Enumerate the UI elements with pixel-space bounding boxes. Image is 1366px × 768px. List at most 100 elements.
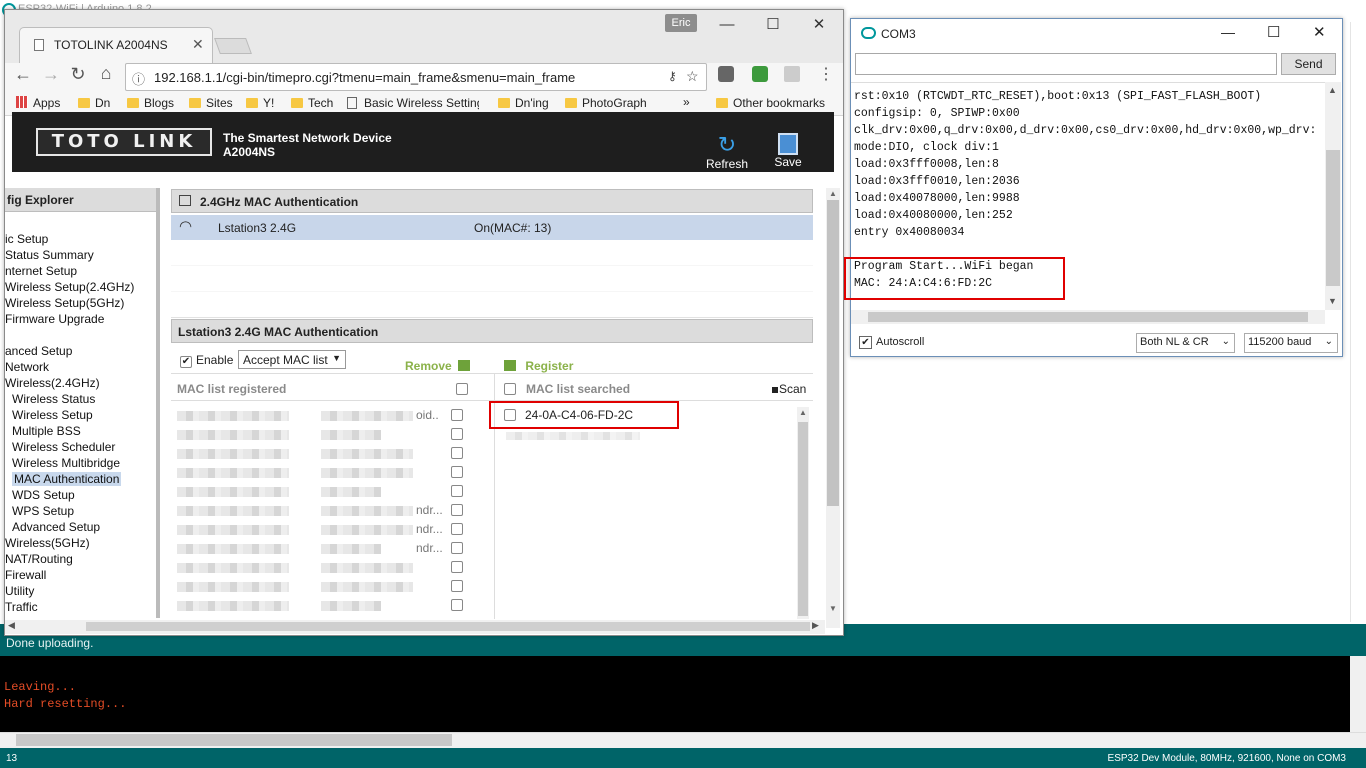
serial-horizontal-thumb[interactable] xyxy=(868,312,1308,322)
registered-mac-checkbox[interactable] xyxy=(451,428,463,440)
extension-icon[interactable] xyxy=(718,66,734,82)
forward-icon[interactable]: → xyxy=(40,64,62,85)
registered-mac-checkbox[interactable] xyxy=(451,523,463,535)
serial-scroll-thumb[interactable] xyxy=(1326,150,1340,286)
editor-vertical-scrollbar[interactable] xyxy=(1350,22,1366,622)
browser-tab[interactable]: TOTOLINK A2004NS ✕ xyxy=(19,27,213,64)
registered-mac-checkbox[interactable] xyxy=(451,561,463,573)
registered-mac-checkbox[interactable] xyxy=(451,466,463,478)
tree-item[interactable]: Wireless Setup(5GHz) xyxy=(5,296,124,310)
maximize-icon[interactable]: ☐ xyxy=(751,12,795,38)
bookmark-dning[interactable]: Dn'ing xyxy=(498,96,549,110)
extension-icon[interactable] xyxy=(752,66,768,82)
bookmark-tech[interactable]: Tech xyxy=(291,96,333,110)
registered-mac-checkbox[interactable] xyxy=(451,447,463,459)
tree-item[interactable]: Wireless Multibridge xyxy=(12,456,120,470)
registered-mac-checkbox[interactable] xyxy=(451,409,463,421)
baud-select[interactable]: 115200 baud ⌄ xyxy=(1244,333,1338,353)
tree-item[interactable]: Wireless(5GHz) xyxy=(5,536,90,550)
tree-item[interactable]: Firewall xyxy=(5,568,46,582)
mac-list-scroll-thumb[interactable] xyxy=(798,422,808,616)
scroll-right-icon[interactable]: ▶ xyxy=(812,620,819,631)
explorer-scrollbar[interactable] xyxy=(156,188,160,618)
bookmark-basic-wireless[interactable]: Basic Wireless Setting xyxy=(347,96,479,110)
tree-item[interactable]: Wireless Setup(2.4GHz) xyxy=(5,280,134,294)
minimize-icon[interactable]: — xyxy=(705,12,749,38)
send-button[interactable]: Send xyxy=(1281,53,1336,75)
scroll-left-icon[interactable]: ◀ xyxy=(8,620,15,631)
bookmark-dn[interactable]: Dn xyxy=(78,96,110,110)
tree-item[interactable]: ic Setup xyxy=(5,232,48,246)
bookmarks-overflow[interactable]: » xyxy=(683,95,690,109)
tree-item[interactable]: Wireless(2.4GHz) xyxy=(5,376,100,390)
scroll-up-icon[interactable]: ▲ xyxy=(799,408,807,417)
bookmark-photograph[interactable]: PhotoGraph xyxy=(565,96,647,110)
home-icon[interactable]: ⌂ xyxy=(95,63,117,84)
enable-checkbox[interactable]: ✔ xyxy=(180,351,192,368)
policy-select[interactable]: Accept MAC list ▼ xyxy=(238,350,346,369)
new-tab-button[interactable] xyxy=(214,38,252,54)
tree-item[interactable]: Status Summary xyxy=(5,248,94,262)
tree-item[interactable]: Advanced Setup xyxy=(12,520,100,534)
pdf-extension-icon[interactable] xyxy=(784,66,800,82)
registered-mac-checkbox[interactable] xyxy=(451,504,463,516)
save-button[interactable]: Save xyxy=(763,133,813,169)
scan-button[interactable]: Scan xyxy=(772,382,806,396)
page-horizontal-thumb[interactable] xyxy=(86,622,810,631)
select-all-registered-checkbox[interactable] xyxy=(456,383,468,395)
close-icon[interactable]: ✕ xyxy=(797,12,841,38)
tree-item[interactable]: Network xyxy=(5,360,49,374)
scroll-down-icon[interactable]: ▼ xyxy=(1328,296,1337,306)
autoscroll-checkbox[interactable]: ✔ xyxy=(859,336,872,349)
scroll-up-icon[interactable]: ▲ xyxy=(829,189,837,198)
close-tab-icon[interactable]: ✕ xyxy=(192,36,204,53)
back-icon[interactable]: ← xyxy=(12,64,34,85)
address-bar[interactable]: ⓘ 192.168.1.1/cgi-bin/timepro.cgi?tmenu=… xyxy=(125,63,707,91)
tree-item[interactable]: WDS Setup xyxy=(12,488,75,502)
tree-item[interactable]: NAT/Routing xyxy=(5,552,73,566)
console-vertical-scrollbar[interactable] xyxy=(1350,656,1366,732)
register-button[interactable]: Register xyxy=(504,359,573,373)
info-icon[interactable]: ⓘ xyxy=(132,69,145,88)
menu-icon[interactable]: ⋮ xyxy=(818,64,834,84)
scroll-down-icon[interactable]: ▼ xyxy=(829,604,837,613)
registered-mac-checkbox[interactable] xyxy=(451,599,463,611)
other-bookmarks[interactable]: Other bookmarks xyxy=(716,96,825,110)
tree-item[interactable]: Traffic xyxy=(5,600,38,614)
registered-mac-checkbox[interactable] xyxy=(451,542,463,554)
tree-item[interactable]: Wireless Scheduler xyxy=(12,440,115,454)
registered-mac-checkbox[interactable] xyxy=(451,580,463,592)
tree-item[interactable]: Firmware Upgrade xyxy=(5,312,104,326)
bookmark-sites[interactable]: Sites xyxy=(189,96,233,110)
tree-item[interactable]: MAC Authentication xyxy=(12,472,122,486)
line-ending-select[interactable]: Both NL & CR ⌄ xyxy=(1136,333,1235,353)
registered-mac-checkbox[interactable] xyxy=(451,485,463,497)
select-all-searched-checkbox[interactable] xyxy=(504,383,516,395)
serial-input[interactable] xyxy=(855,53,1277,75)
remove-button[interactable]: Remove xyxy=(405,359,471,373)
ssid-row[interactable]: ◠ Lstation3 2.4G On(MAC#: 13) xyxy=(171,215,813,240)
tree-item[interactable]: Utility xyxy=(5,584,34,598)
tree-item[interactable]: Multiple BSS xyxy=(12,424,81,438)
page-scroll-thumb[interactable] xyxy=(827,200,839,506)
bookmark-star-icon[interactable]: ☆ xyxy=(686,68,699,85)
bookmark-yahoo[interactable]: Y! xyxy=(246,96,274,110)
tree-item[interactable]: Wireless Status xyxy=(12,392,95,406)
console-scroll-thumb[interactable] xyxy=(16,734,452,746)
profile-badge[interactable]: Eric xyxy=(665,14,697,32)
url-text[interactable]: 192.168.1.1/cgi-bin/timepro.cgi?tmenu=ma… xyxy=(154,70,575,85)
tree-item[interactable]: nternet Setup xyxy=(5,264,77,278)
tree-item[interactable]: WPS Setup xyxy=(12,504,74,518)
close-icon[interactable]: ✕ xyxy=(1313,23,1326,41)
refresh-button[interactable]: ↻ Refresh xyxy=(702,133,752,172)
reload-icon[interactable]: ↻ xyxy=(67,64,89,85)
tree-item[interactable]: anced Setup xyxy=(5,344,72,358)
bookmark-apps[interactable]: Apps xyxy=(16,96,60,110)
scroll-up-icon[interactable]: ▲ xyxy=(1328,85,1337,95)
folder-icon xyxy=(716,98,728,108)
key-icon[interactable]: ⚷ xyxy=(668,69,677,83)
maximize-icon[interactable]: ☐ xyxy=(1267,23,1280,41)
minimize-icon[interactable]: — xyxy=(1221,24,1235,40)
tree-item[interactable]: Wireless Setup xyxy=(12,408,93,422)
bookmark-blogs[interactable]: Blogs xyxy=(127,96,174,110)
